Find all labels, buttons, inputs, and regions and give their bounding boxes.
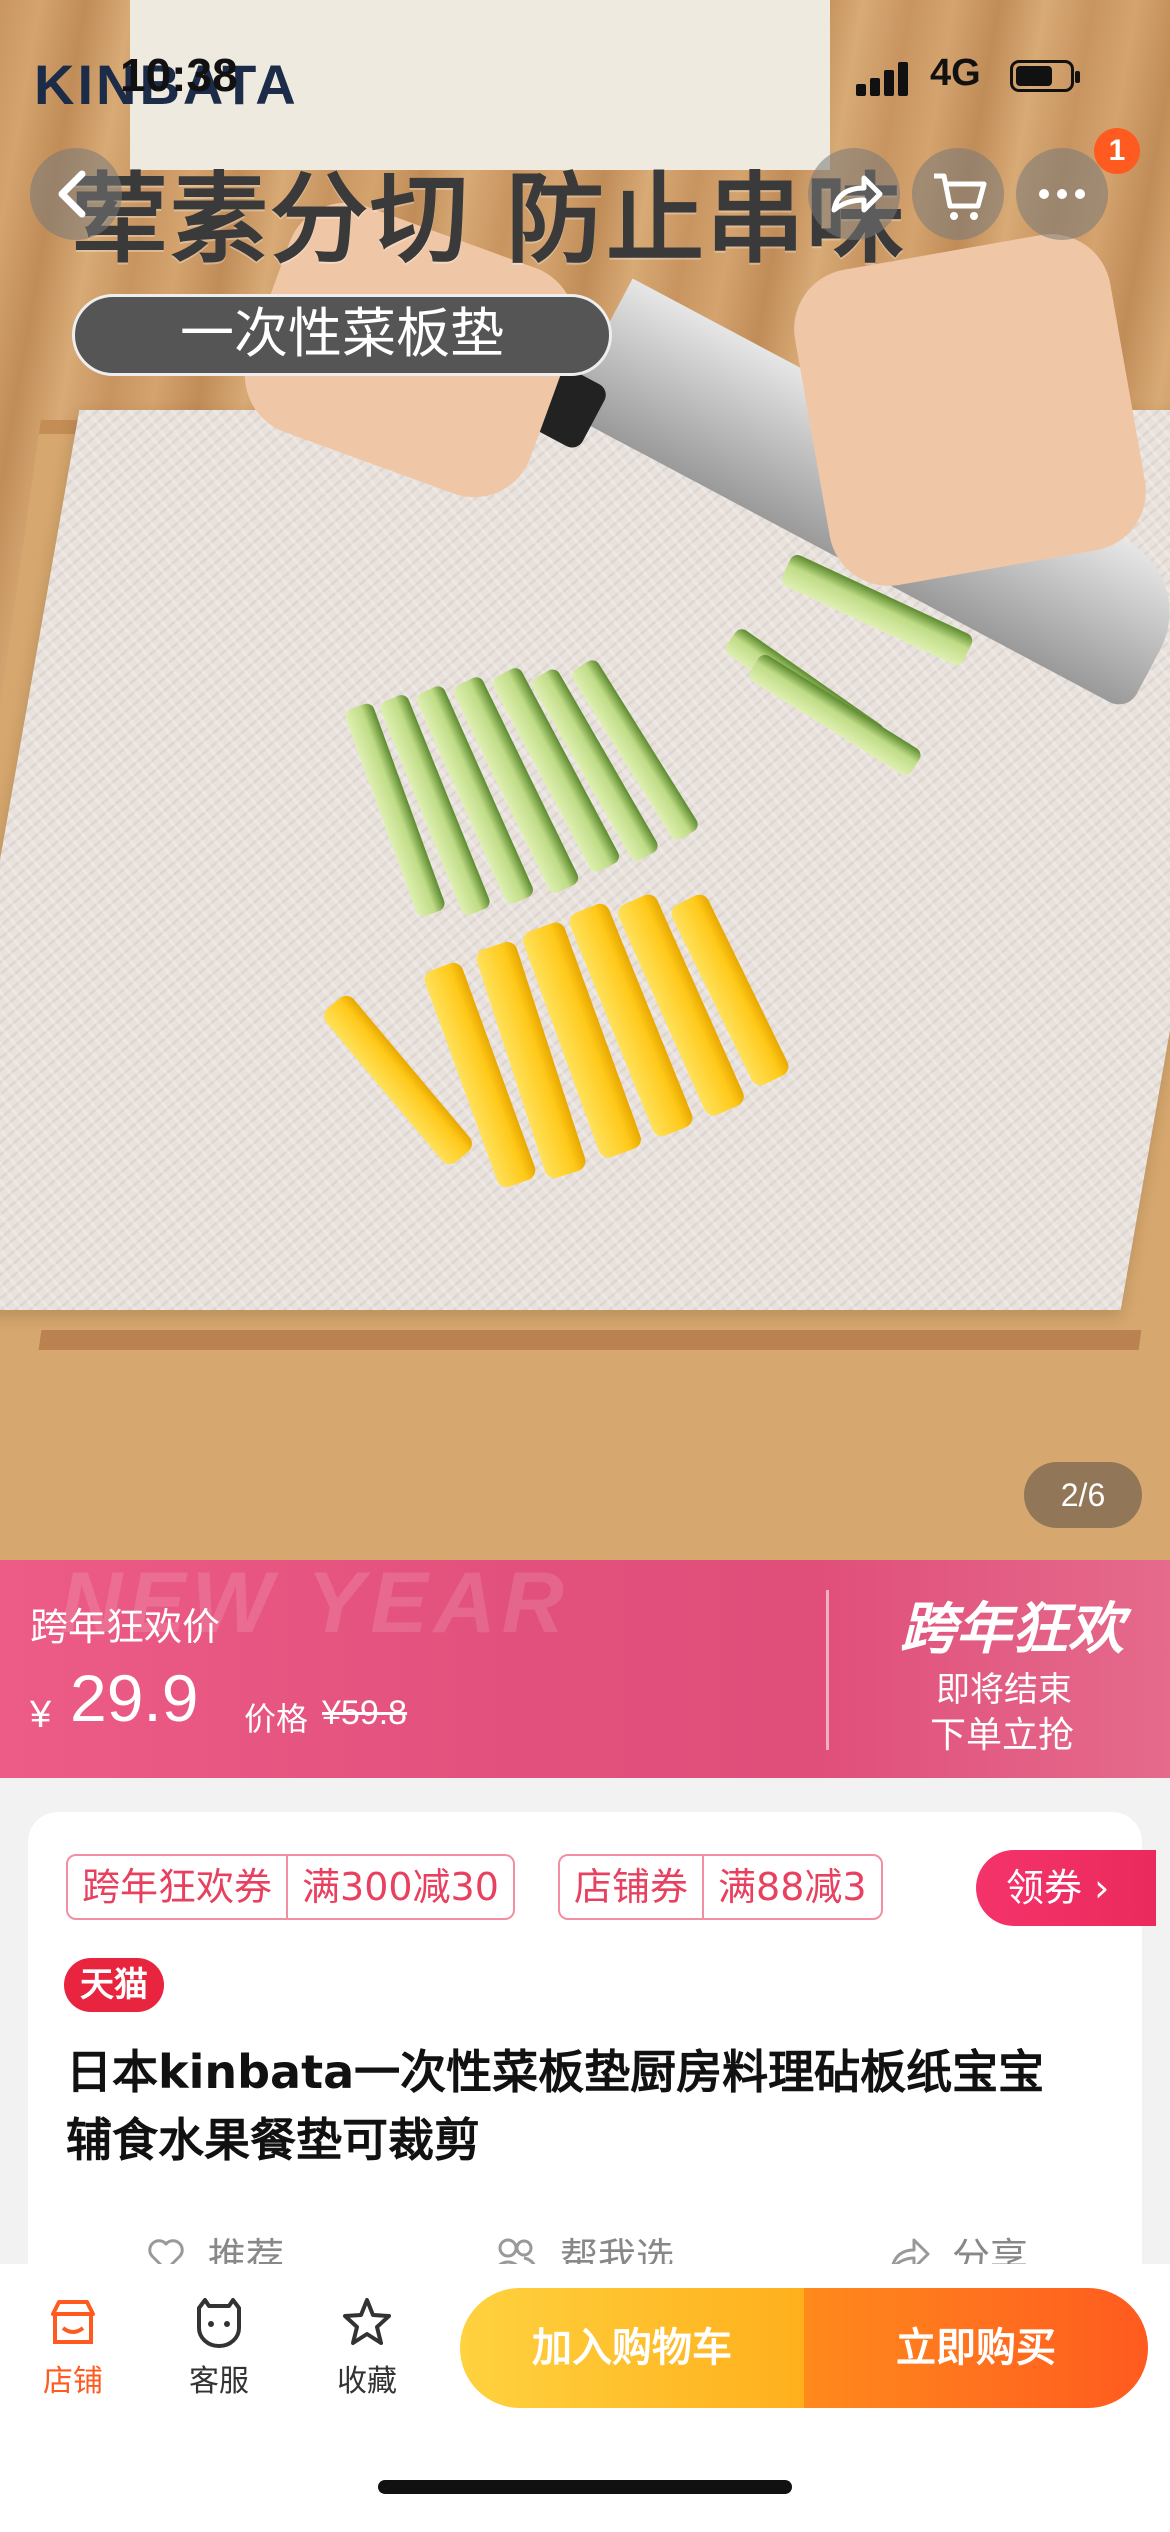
back-arrow-icon <box>58 170 86 218</box>
currency-symbol: ¥ <box>30 1694 52 1736</box>
signal-icon <box>856 60 916 96</box>
store-icon <box>51 2300 95 2344</box>
promo-headline: 荤素分切 防止串味 <box>70 163 907 277</box>
promo-subline: 一次性菜板垫 <box>72 294 612 376</box>
image-counter: 2/6 <box>1024 1462 1142 1528</box>
tab-store-label: 店铺 <box>43 2364 103 2399</box>
tab-store[interactable]: 店铺 <box>18 2294 128 2400</box>
back-button[interactable] <box>30 148 122 240</box>
add-to-cart-button[interactable]: 加入购物车 <box>460 2288 804 2408</box>
original-price-label: 价格 <box>244 1700 309 1738</box>
coupon-value: 满88减3 <box>718 1865 867 1909</box>
coupon-chip[interactable]: 店铺券 满88减3 <box>558 1854 883 1920</box>
cart-count-badge: 1 <box>1094 128 1140 174</box>
tmall-badge: 天猫 <box>64 1958 164 2012</box>
tab-service-label: 客服 <box>189 2364 249 2399</box>
share-icon <box>831 175 883 213</box>
status-time: 10:38 <box>120 49 238 101</box>
banner-divider <box>826 1590 829 1750</box>
status-bar: 10:38 4G <box>0 48 1170 108</box>
star-icon <box>343 2298 391 2345</box>
original-price: ¥59.8 <box>322 1694 408 1732</box>
coupon-value: 满300减30 <box>302 1865 499 1909</box>
festival-subtitle: 即将结束 <box>936 1670 1072 1710</box>
network-label: 4G <box>930 52 981 94</box>
promo-price-label: 跨年狂欢价 <box>30 1605 221 1649</box>
promo-price-banner: NEW YEAR 跨年狂欢价 ¥ 29.9 价格 ¥59.8 跨年狂欢 即将结束… <box>0 1560 1170 1778</box>
cart-icon <box>934 173 987 220</box>
more-button[interactable] <box>1016 148 1108 240</box>
more-dots-icon <box>1039 189 1085 199</box>
board-groove <box>38 1330 1142 1350</box>
cart-button[interactable] <box>912 148 1004 240</box>
festival-cta-text: 下单立抢 <box>930 1715 1075 1756</box>
product-title-line-1: 日本kinbata一次性菜板垫厨房料理砧板纸宝宝 <box>66 2045 1045 2099</box>
service-icon <box>197 2298 241 2348</box>
share-button[interactable] <box>808 148 900 240</box>
product-title-line-2: 辅食水果餐垫可裁剪 <box>66 2113 480 2167</box>
battery-icon <box>1010 60 1080 92</box>
tab-customer-service[interactable]: 客服 <box>164 2294 274 2400</box>
buy-now-button[interactable]: 立即购买 <box>804 2288 1148 2408</box>
tab-favorite-label: 收藏 <box>337 2364 397 2399</box>
coupon-name: 店铺券 <box>574 1865 689 1909</box>
coupon-name: 跨年狂欢券 <box>82 1865 273 1909</box>
current-price: 29.9 <box>70 1661 199 1735</box>
claim-coupon-button[interactable]: 领券 › <box>976 1850 1156 1926</box>
coupon-chip[interactable]: 跨年狂欢券 满300减30 <box>66 1854 515 1920</box>
festival-title: 跨年狂欢 <box>900 1597 1124 1662</box>
home-indicator[interactable] <box>378 2480 792 2494</box>
tab-favorite[interactable]: 收藏 <box>312 2294 422 2400</box>
